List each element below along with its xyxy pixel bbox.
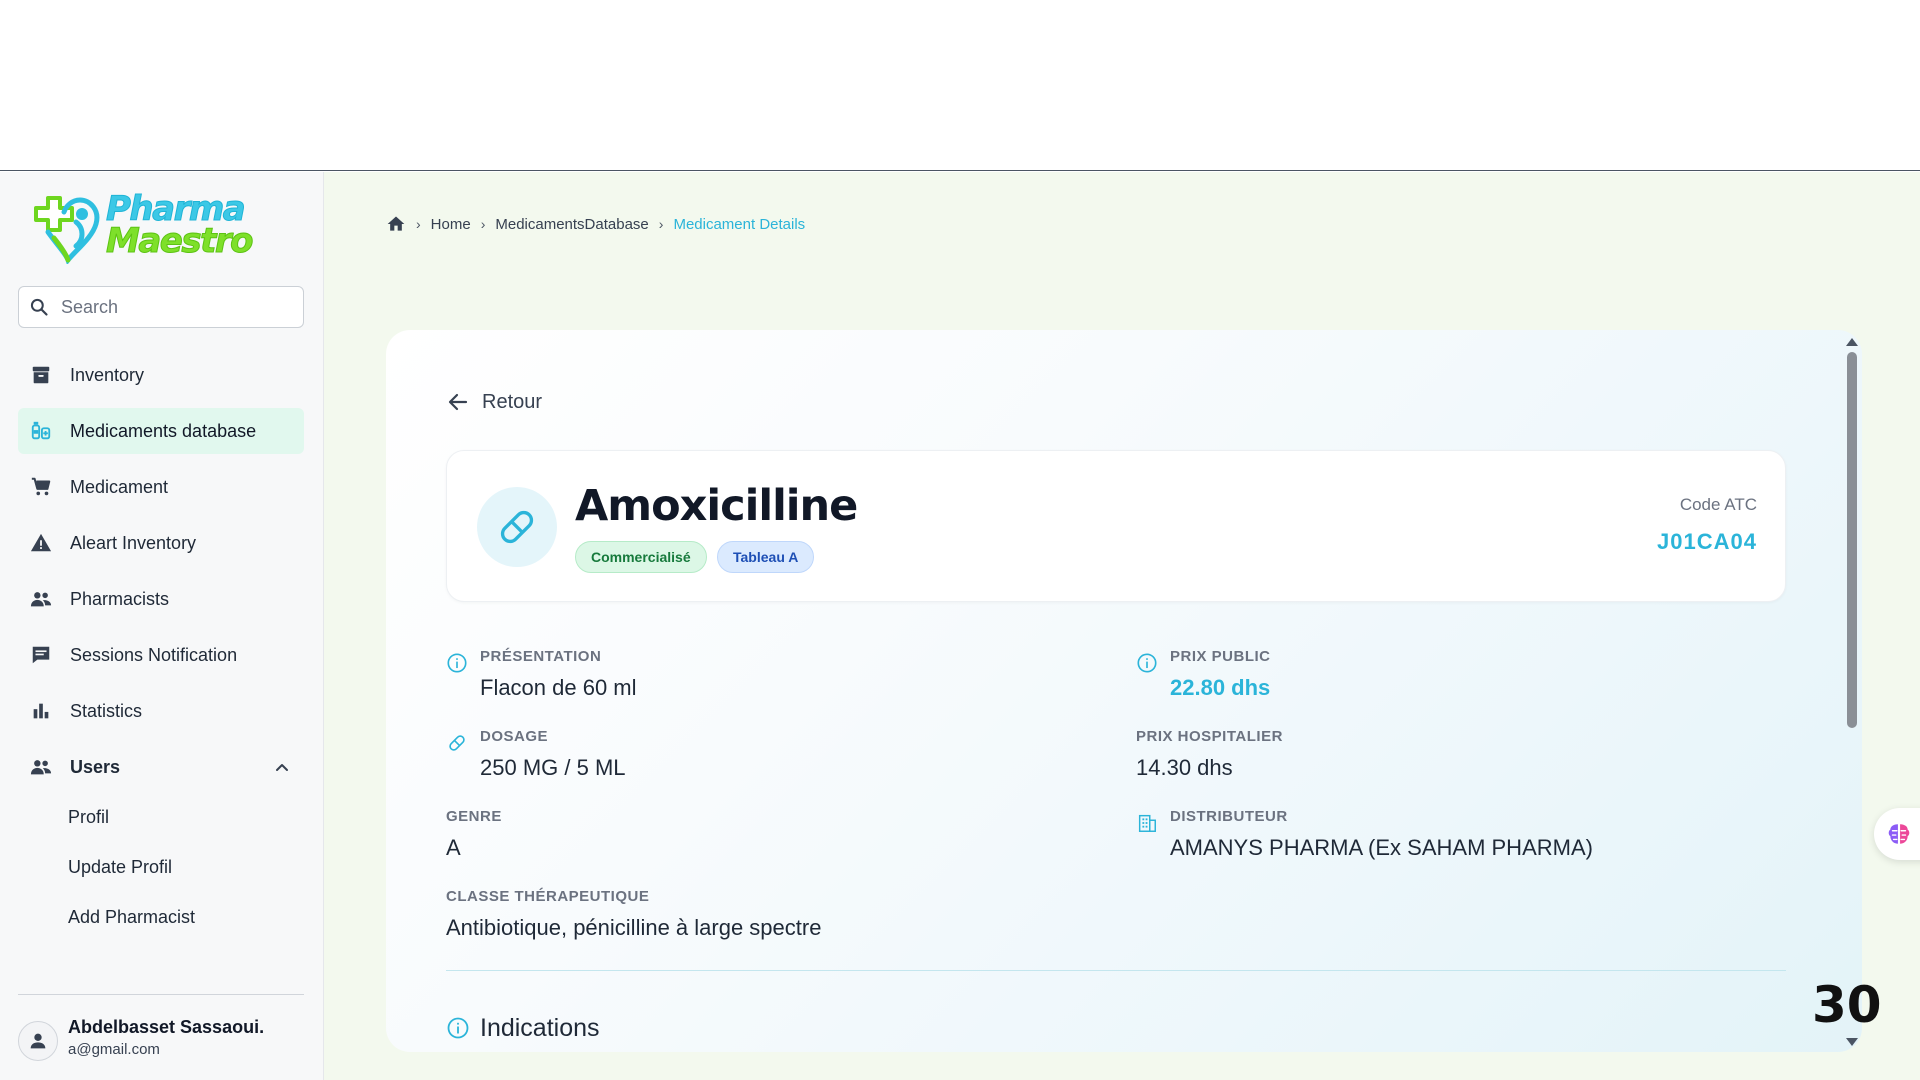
sidebar-item-aleart-inventory[interactable]: Aleart Inventory — [18, 520, 304, 566]
field-prix-public: Prix public 22.80 dhs — [1137, 648, 1271, 701]
info-icon — [1137, 653, 1157, 673]
chat-icon — [30, 644, 52, 666]
breadcrumb-home[interactable]: Home — [431, 216, 471, 233]
sidebar-item-sessions-notification[interactable]: Sessions Notification — [18, 632, 304, 678]
scroll-up-arrow[interactable] — [1846, 338, 1858, 346]
field-label: Prix hospitalier — [1136, 728, 1283, 745]
field-label: Présentation — [480, 648, 602, 665]
section-divider — [446, 970, 1786, 971]
info-icon — [447, 1017, 469, 1039]
field-value: 250 MG / 5 ML — [480, 755, 626, 780]
user-name: Abdelbasset Sassaoui. — [68, 1017, 265, 1037]
field-value: A — [446, 835, 461, 860]
user-profile[interactable]: Abdelbasset Sassaoui. a@gmail.com — [18, 1017, 304, 1063]
brain-icon — [1888, 824, 1910, 844]
scroll-down-arrow[interactable] — [1846, 1038, 1858, 1046]
sidebar-item-medicament[interactable]: Medicament — [18, 464, 304, 510]
pill-icon — [449, 735, 465, 751]
page-number: 30 — [1812, 976, 1882, 1034]
field-value: Antibiotique, pénicilline à large spectr… — [446, 915, 822, 940]
field-value: AMANYS PHARMA (Ex SAHAM PHARMA) — [1170, 835, 1593, 860]
medicament-header: Amoxicilline Commercialisé Tableau A Cod… — [446, 450, 1786, 602]
field-label: Genre — [446, 808, 502, 825]
info-icon — [447, 653, 467, 673]
building-icon — [1138, 814, 1156, 832]
medicament-detail-card: Retour Amoxicilline Commercialisé Tablea… — [386, 330, 1862, 1052]
chevron-right-icon: › — [480, 216, 486, 232]
medicament-name: Amoxicilline — [575, 481, 858, 531]
arrow-left-icon — [448, 393, 468, 411]
field-dosage: Dosage 250 MG / 5 ML — [449, 728, 626, 781]
chevron-right-icon: › — [658, 216, 664, 232]
logo[interactable]: Pharma Maestro — [18, 188, 254, 264]
top-blank-band — [0, 0, 1920, 171]
sidebar-item-label: Users — [70, 756, 121, 777]
people-icon — [30, 588, 52, 610]
archive-icon — [30, 364, 52, 386]
sidebar-item-label: Inventory — [70, 364, 145, 385]
field-distributeur: Distributeur AMANYS PHARMA (Ex SAHAM PHA… — [1138, 808, 1593, 861]
logo-text-maestro: Maestro — [106, 221, 254, 261]
sidebar-subitem-update-profil[interactable]: Update Profil — [18, 844, 304, 890]
user-email: a@gmail.com — [68, 1041, 160, 1058]
sidebar-item-pharmacists[interactable]: Pharmacists — [18, 576, 304, 622]
search-input[interactable] — [61, 296, 281, 318]
field-classe-therapeutique: Classe thérapeutique Antibiotique, pénic… — [446, 888, 821, 941]
sidebar-item-medicaments-database[interactable]: Medicaments database — [18, 408, 304, 454]
chevron-up-icon[interactable] — [274, 759, 290, 775]
search-icon — [30, 298, 48, 316]
sidebar-item-label: Medicament — [70, 476, 169, 497]
field-value: 22.80 dhs — [1170, 675, 1271, 700]
field-value: Flacon de 60 ml — [480, 675, 637, 700]
breadcrumb-medicaments-database[interactable]: MedicamentsDatabase — [495, 216, 648, 233]
sidebar-item-label: Statistics — [70, 700, 143, 721]
people-icon — [30, 756, 52, 778]
field-label: Classe thérapeutique — [446, 888, 650, 905]
sidebar-item-inventory[interactable]: Inventory — [18, 352, 304, 398]
bar-chart-icon — [30, 700, 52, 722]
breadcrumb-current: Medicament Details — [673, 215, 806, 233]
heart-cross-logo-icon — [34, 196, 100, 264]
home-icon[interactable] — [386, 214, 406, 234]
chevron-right-icon: › — [416, 216, 421, 232]
field-presentation: Présentation Flacon de 60 ml — [447, 648, 637, 701]
ai-assistant-button[interactable] — [1874, 808, 1920, 860]
sidebar-nav: Inventory Medicaments database Medicamen… — [18, 352, 304, 944]
field-genre: Genre A — [446, 808, 502, 861]
cart-icon — [30, 476, 52, 498]
sidebar-subitem-profil[interactable]: Profil — [18, 794, 304, 840]
sidebar: Pharma Maestro Inventory Medicaments dat… — [0, 172, 324, 1080]
status-badge: Commercialisé — [575, 541, 707, 573]
field-value: 14.30 dhs — [1136, 755, 1233, 780]
field-label: Distributeur — [1170, 808, 1288, 825]
sidebar-item-users[interactable]: Users — [18, 744, 304, 790]
field-label: Prix public — [1170, 648, 1271, 665]
sidebar-subitem-add-pharmacist[interactable]: Add Pharmacist — [18, 894, 304, 940]
breadcrumb: › Home › MedicamentsDatabase › Medicamen… — [386, 212, 805, 236]
back-label: Retour — [482, 390, 543, 413]
person-icon — [30, 1033, 46, 1049]
sidebar-divider — [18, 994, 304, 995]
indications-title: Indications — [480, 1014, 600, 1042]
scrollbar-thumb[interactable] — [1847, 352, 1857, 728]
search-box[interactable] — [18, 286, 304, 328]
sidebar-item-statistics[interactable]: Statistics — [18, 688, 304, 734]
tableau-badge: Tableau A — [717, 541, 815, 573]
field-label: Dosage — [480, 728, 549, 745]
sidebar-item-label: Medicaments database — [70, 420, 257, 441]
pill-icon — [477, 487, 557, 567]
atc-code-value: J01CA04 — [1657, 529, 1757, 554]
atc-code-label: Code ATC — [1679, 495, 1757, 514]
warning-icon — [30, 532, 52, 554]
sidebar-item-label: Pharmacists — [70, 588, 170, 609]
field-prix-hospitalier: Prix hospitalier 14.30 dhs — [1136, 728, 1283, 781]
avatar — [18, 1021, 58, 1061]
sidebar-item-label: Sessions Notification — [70, 644, 238, 665]
sidebar-item-label: Aleart Inventory — [70, 532, 197, 553]
medicine-icon — [30, 420, 52, 442]
back-button[interactable]: Retour — [446, 390, 542, 414]
app-window: Pharma Maestro Inventory Medicaments dat… — [0, 172, 1920, 1080]
